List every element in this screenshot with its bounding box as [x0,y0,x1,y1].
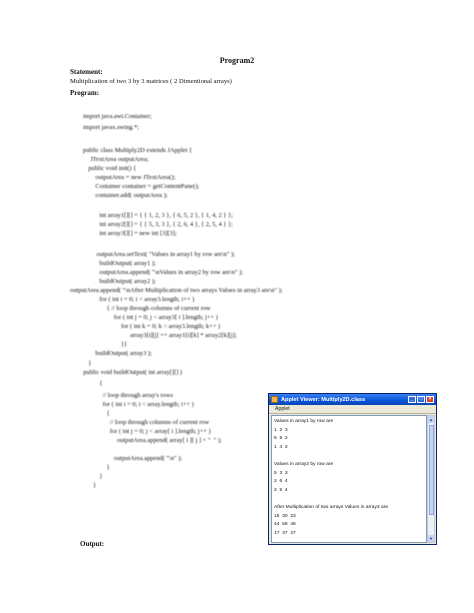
applet-window-title: Applet Viewer: Multiply2D.class [281,396,366,403]
code-line: public void init() { [85,165,137,172]
code-line: } [97,464,110,471]
code-line: outputArea.setText( "Values in array1 by… [90,251,235,258]
output-line: 2 5 4 [274,487,288,493]
scroll-down-icon[interactable]: ▼ [428,535,434,542]
code-line: buildOutput( array1 ); [93,260,156,267]
output-line: 15 30 23 [274,513,296,519]
code-line: array3[i][j] += array1[i][k] * array2[k]… [111,332,237,339]
code-line: outputArea.append( "\nValues in array2 b… [93,269,244,276]
window-controls: _ □ × [408,396,434,403]
code-line: public class Multiply2D extends JApplet … [83,147,193,154]
code-line: int array1[][] = { { 1, 2, 3 }, { 6, 5, … [93,212,233,219]
vertical-scrollbar[interactable]: ▲ ▼ [427,415,435,543]
code-line: int array3[][] = new int [3][3]; [93,230,177,237]
minimize-button[interactable]: _ [408,396,416,403]
code-line: for ( int i = 0; i < array.length; i++ ) [93,401,194,408]
code-line: } [93,482,97,489]
output-line: Values in array2 by row are [274,462,334,467]
output-line: Values in array1 by row are [274,419,334,424]
code-line: } [85,360,92,367]
code-line: for ( int k = 0; k < array3.length; k++ … [105,323,221,330]
code-line: JTextArea outputArea; [87,156,149,163]
applet-viewer-window[interactable]: Applet Viewer: Multiply2D.class _ □ × Ap… [268,393,437,545]
close-button[interactable]: × [426,396,434,403]
code-line: { [97,410,110,417]
code-line: import java.awt.Container; [83,113,152,120]
output-line: 1 2 3 [274,427,288,433]
code-line: container.add( outputArea ); [89,192,168,199]
code-line: } [93,473,103,480]
document-page: Program2 Statement: Multiplication of tw… [0,0,474,613]
applet-title-bar[interactable]: Applet Viewer: Multiply2D.class _ □ × [269,394,436,405]
applet-menu-bar: Applet [269,405,436,414]
scroll-up-icon[interactable]: ▲ [428,416,434,423]
output-heading: Output: [80,540,105,548]
code-line: for ( int i = 0; i < array3.length; i++ … [93,296,195,303]
code-line: outputArea.append( "\nAfter Multiplicati… [70,287,283,294]
code-line: Container container = getContentPane(); [89,183,200,190]
output-line: After Multiplication of two arrays Value… [274,505,389,510]
output-text-area[interactable]: Values in array1 by row are 1 2 3 6 5 2 1 4… [271,415,427,543]
java-app-icon [271,396,278,403]
output-line: 6 5 2 [274,436,288,442]
code-line: outputArea.append( array[ i ][ j ] + " "… [101,437,222,444]
scroll-thumb[interactable] [429,425,434,515]
code-line: { [93,380,103,387]
code-line: int array2[][] = { { 5, 3, 3 }, { 2, 6, … [93,221,233,228]
code-line: buildOutput( array2 ); [93,278,156,285]
output-line: 44 58 46 [274,522,296,528]
output-line: 5 3 3 [274,470,288,476]
code-line: outputArea.append( "\n" ); [101,455,182,462]
code-line: // loop through columns of current row [97,419,210,426]
code-line: }} [105,341,128,348]
output-line: 2 6 4 [274,479,288,485]
code-line: import javax.swing.*; [83,124,139,131]
code-line: for ( int j = 0; j < array[ i ].length; … [97,428,211,435]
code-line: // loop through array's rows [93,392,173,399]
code-line: public void buildOutput( int array[][] ) [80,369,183,376]
code-line: { // loop through columns of current row [97,305,211,312]
output-line: 17 37 27 [274,530,296,536]
code-line: buildOutput( array3 ); [89,350,152,357]
output-line: 1 4 2 [274,444,288,450]
applet-menu[interactable]: Applet [275,406,290,412]
maximize-button[interactable]: □ [417,396,425,403]
code-line: for ( int j = 0; j < array3[ i ].length;… [101,314,218,321]
code-line: outputArea = new JTextArea(); [89,174,176,181]
